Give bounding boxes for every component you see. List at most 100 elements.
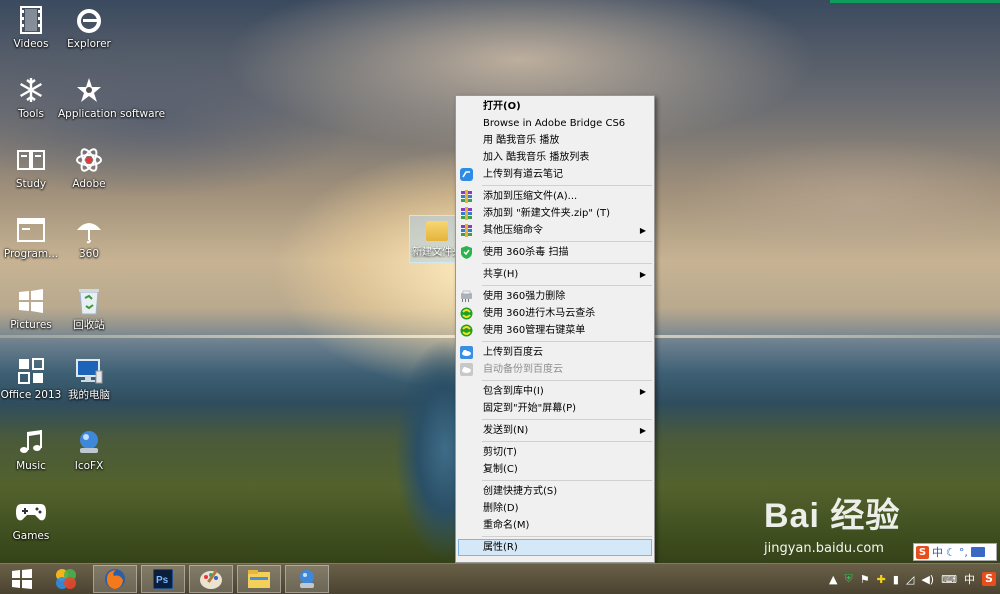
office-icon: [15, 355, 47, 387]
tray-keyboard-icon[interactable]: ⌨: [941, 573, 957, 586]
taskbar-icofx[interactable]: [285, 565, 329, 593]
taskbar-paint[interactable]: [189, 565, 233, 593]
menu-separator: [482, 536, 652, 537]
submenu-arrow-icon: ▶: [639, 226, 646, 235]
desktop-icon-program[interactable]: Program...: [0, 214, 62, 261]
photoshop-icon: Ps: [153, 569, 173, 589]
app-colorful-icon: [56, 569, 76, 589]
desktop-icon-label: Music: [16, 460, 46, 472]
menu-item-label: 上传到有道云笔记: [483, 169, 563, 180]
menu-item-label: 自动备份到百度云: [483, 364, 563, 375]
taskbar-firefox[interactable]: [93, 565, 137, 593]
desktop-icon-label: Office 2013: [0, 389, 62, 401]
menu-item-label: 属性(R): [483, 542, 518, 553]
taskbar-photoshop[interactable]: Ps: [141, 565, 185, 593]
desktop-icon-my-computer[interactable]: 我的电脑: [58, 355, 120, 402]
menu-separator: [482, 241, 652, 242]
menu-item[interactable]: 其他压缩命令 ▶: [456, 222, 654, 239]
desktop-icon-recycle-bin[interactable]: 回收站: [58, 285, 120, 332]
film-icon: [15, 4, 47, 36]
baidu-cloud-icon: [460, 346, 473, 359]
submenu-arrow-icon: ▶: [639, 426, 646, 435]
menu-item[interactable]: 添加到 "新建文件夹.zip" (T): [456, 205, 654, 222]
menu-item[interactable]: 复制(C): [456, 461, 654, 478]
tray-up-arrow-icon[interactable]: ▲: [829, 573, 837, 586]
file-explorer-icon: [248, 570, 270, 588]
tray-360-icon[interactable]: ✚: [877, 573, 886, 586]
desktop-icon-adobe[interactable]: Adobe: [58, 144, 120, 191]
desktop-icon-label: IcoFX: [74, 460, 104, 472]
desktop-icon-label-text: Application software: [58, 108, 166, 120]
menu-item-label: 使用 360强力删除: [483, 291, 566, 302]
menu-item[interactable]: 发送到(N) ▶: [456, 422, 654, 439]
menu-item-label: 打开(O): [483, 101, 521, 112]
ime-mode-label[interactable]: 中: [932, 544, 943, 560]
menu-item[interactable]: 用 酷我音乐 播放: [456, 132, 654, 149]
keyboard-icon[interactable]: [970, 547, 985, 557]
tray-shield-icon[interactable]: ⛨: [844, 572, 852, 586]
menu-item-label: 加入 酷我音乐 播放列表: [483, 152, 590, 163]
ie-icon: [73, 4, 105, 36]
tray-network-icon[interactable]: ◿: [906, 573, 914, 586]
ime-toolbar[interactable]: S 中 ☾ °,: [913, 543, 997, 561]
desktop-icon-explorer[interactable]: Explorer: [58, 4, 120, 51]
menu-item[interactable]: 重命名(M): [456, 517, 654, 534]
menu-item[interactable]: 剪切(T): [456, 444, 654, 461]
moon-icon[interactable]: ☾: [946, 546, 956, 559]
tray-volume-icon[interactable]: ◀): [921, 573, 934, 586]
desktop-icon-games[interactable]: Games: [0, 496, 62, 543]
menu-item-label: 复制(C): [483, 464, 518, 475]
menu-item[interactable]: 创建快捷方式(S): [456, 483, 654, 500]
tray-battery-icon[interactable]: ▮: [893, 573, 899, 586]
taskbar-file-explorer[interactable]: [237, 565, 281, 593]
desktop-icon-tools[interactable]: Tools: [0, 74, 62, 121]
desktop-icon-videos[interactable]: Videos: [0, 4, 62, 51]
desktop-icon-360[interactable]: 360: [58, 214, 120, 261]
menu-item[interactable]: Browse in Adobe Bridge CS6: [456, 115, 654, 132]
desktop-icon-office[interactable]: Office 2013: [0, 355, 62, 402]
menu-item-label: Browse in Adobe Bridge CS6: [483, 118, 626, 129]
desktop-icon-label: Videos: [13, 38, 49, 50]
menu-item[interactable]: 打开(O): [456, 98, 654, 115]
context-menu: 打开(O) Browse in Adobe Bridge CS6 用 酷我音乐 播放…: [455, 95, 655, 563]
menu-item[interactable]: 共享(H) ▶: [456, 266, 654, 283]
adobe-icon: [73, 144, 105, 176]
book-icon: [15, 144, 47, 176]
folder-icon: [426, 221, 448, 241]
menu-item[interactable]: 上传到百度云: [456, 344, 654, 361]
desktop-icon-label: Games: [12, 530, 50, 542]
menu-item[interactable]: 属性(R): [458, 539, 652, 556]
menu-item-label: 使用 360进行木马云查杀: [483, 308, 596, 319]
window-icon: [15, 214, 47, 246]
menu-item-label: 用 酷我音乐 播放: [483, 135, 560, 146]
menu-item[interactable]: 固定到"开始"屏幕(P): [456, 400, 654, 417]
menu-item[interactable]: 使用 360管理右键菜单: [456, 322, 654, 339]
taskbar-app-colorful[interactable]: [44, 565, 88, 593]
menu-item[interactable]: 加入 酷我音乐 播放列表: [456, 149, 654, 166]
menu-item[interactable]: 使用 360强力删除: [456, 288, 654, 305]
menu-separator: [482, 263, 652, 264]
desktop-icon-pictures[interactable]: Pictures: [0, 285, 62, 332]
360-green-icon: [460, 307, 473, 320]
start-button[interactable]: [0, 565, 44, 593]
menu-item-label: 使用 360管理右键菜单: [483, 325, 586, 336]
desktop-icon-music[interactable]: Music: [0, 426, 62, 473]
menu-item[interactable]: 删除(D): [456, 500, 654, 517]
menu-separator: [482, 185, 652, 186]
punctuation-icon[interactable]: °,: [959, 546, 968, 559]
menu-item[interactable]: 使用 360进行木马云查杀: [456, 305, 654, 322]
desktop-icon-study[interactable]: Study: [0, 144, 62, 191]
desktop-icon-application-software[interactable]: Application software: [58, 74, 165, 120]
svg-text:Ps: Ps: [156, 575, 169, 586]
tray-sogou-icon[interactable]: S: [982, 572, 996, 586]
tray-language[interactable]: 中: [964, 571, 975, 587]
tray-flag-icon[interactable]: ⚑: [860, 573, 870, 586]
snowflake-icon: [15, 74, 47, 106]
menu-item[interactable]: 添加到压缩文件(A)...: [456, 188, 654, 205]
menu-item[interactable]: 包含到库中(I) ▶: [456, 383, 654, 400]
menu-item[interactable]: 使用 360杀毒 扫描: [456, 244, 654, 261]
menu-item[interactable]: 上传到有道云笔记: [456, 166, 654, 183]
icofx-taskbar-icon: [300, 570, 314, 588]
menu-item-label: 添加到 "新建文件夹.zip" (T): [483, 208, 611, 219]
desktop-icon-icofx[interactable]: IcoFX: [58, 426, 120, 473]
